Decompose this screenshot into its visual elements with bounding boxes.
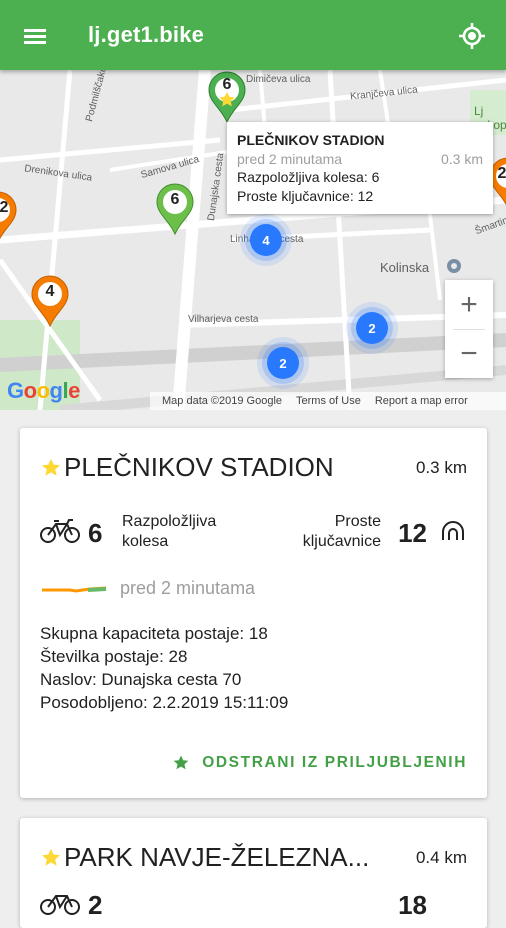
station-details: Skupna kapaciteta postaje: 18 Številka p… [40, 622, 288, 714]
street-label: Kolinska [380, 260, 430, 275]
station-updated: Posodobljeno: 2.2.2019 15:11:09 [40, 693, 289, 712]
cluster-count: 2 [356, 312, 388, 344]
station-header: PARK NAVJE-ŽELEZNA... 0.4 km [40, 842, 467, 873]
station-distance: 0.4 km [415, 847, 467, 867]
availability-row: 2 18 [40, 884, 467, 928]
map-view[interactable]: Dimičeva ulica Kranjčeva ulica Podmilšča… [0, 70, 506, 410]
street-label: Vilharjeva cesta [188, 314, 259, 325]
station-pin[interactable]: 6 [207, 70, 247, 124]
info-bikes: Razpoložljiva kolesa: 6 [237, 169, 380, 185]
bicycle-icon [40, 895, 80, 915]
star-icon [173, 755, 189, 770]
free-docks-count: 18 [398, 890, 427, 920]
google-logo: Google [7, 378, 80, 403]
zoom-in-button[interactable]: + [445, 280, 493, 329]
station-cluster[interactable]: 4 [238, 212, 294, 268]
station-name: PARK NAVJE-ŽELEZNA... [64, 842, 370, 872]
station-card[interactable]: PARK NAVJE-ŽELEZNA... 0.4 km 2 18 [20, 818, 487, 928]
station-cluster[interactable]: 2 [344, 300, 400, 356]
availability-trend-icon [42, 586, 107, 593]
map-data-credit: Map data ©2019 Google [162, 395, 283, 407]
station-pin[interactable]: 2 [0, 190, 18, 244]
updated-ago: pred 2 minutama [120, 578, 256, 598]
cluster-count: 4 [250, 224, 282, 256]
info-time: pred 2 minutama [237, 150, 343, 167]
station-card[interactable]: PLEČNIKOV STADION 0.3 km 6 Razpoložljiva… [20, 428, 487, 798]
available-bikes-count: 6 [88, 518, 103, 548]
divider [453, 329, 485, 330]
favorite-star-icon [42, 458, 60, 476]
zoom-out-button[interactable]: − [445, 329, 493, 378]
my-location-icon[interactable] [456, 20, 488, 52]
station-distance: 0.3 km [415, 457, 467, 477]
map-attribution: Map data ©2019 Google Terms of Use Repor… [150, 392, 506, 410]
info-distance: 0.3 km [440, 150, 483, 167]
station-address: Naslov: Dunajska cesta 70 [40, 670, 242, 689]
cluster-count: 2 [267, 347, 299, 379]
available-bikes-count: 2 [88, 890, 103, 920]
station-name: PLEČNIKOV STADION [64, 452, 334, 482]
station-pin[interactable]: 4 [30, 274, 70, 328]
street-label: Dimičeva ulica [246, 74, 311, 85]
station-cluster[interactable]: 2 [255, 335, 311, 391]
app-bar: lj.get1.bike [0, 0, 506, 70]
terms-link[interactable]: Terms of Use [296, 395, 361, 407]
report-error-link[interactable]: Report a map error [375, 395, 468, 407]
station-pin[interactable]: 6 [155, 182, 195, 236]
free-docks-label-2: ključavnice [302, 533, 381, 550]
pin-count: 6 [222, 76, 232, 93]
pin-count: 2 [0, 199, 9, 216]
info-docks: Proste ključavnice: 12 [237, 187, 374, 204]
info-meta-row: pred 2 minutama 0.3 km [237, 150, 483, 169]
available-bikes-label-1: Razpoložljiva [122, 513, 217, 530]
available-bikes-label-2: kolesa [122, 533, 169, 550]
marker-info-window[interactable]: PLEČNIKOV STADION pred 2 minutama 0.3 km… [227, 122, 493, 214]
pin-count: 6 [170, 191, 180, 208]
favorite-star-icon [42, 848, 60, 866]
station-header: PLEČNIKOV STADION 0.3 km [40, 452, 467, 483]
station-number: Številka postaje: 28 [40, 647, 188, 666]
hamburger-menu-icon[interactable] [18, 22, 52, 50]
remove-favorite-label: ODSTRANI IZ PRILJUBLJENIH [202, 754, 467, 771]
station-capacity: Skupna kapaciteta postaje: 18 [40, 624, 268, 643]
free-docks-label-1: Proste [334, 513, 381, 530]
zoom-controls: + − [445, 280, 493, 378]
app-title: lj.get1.bike [88, 22, 205, 47]
remove-favorite-button[interactable]: ODSTRANI IZ PRILJUBLJENIH [172, 754, 467, 772]
pin-count: 4 [45, 283, 55, 300]
availability-row: 6 Razpoložljiva kolesa Proste ključavnic… [40, 512, 467, 556]
bike-dock-icon [442, 521, 464, 540]
info-title: PLEČNIKOV STADION [237, 132, 385, 148]
free-docks-count: 12 [398, 518, 427, 548]
bicycle-icon [40, 519, 80, 543]
